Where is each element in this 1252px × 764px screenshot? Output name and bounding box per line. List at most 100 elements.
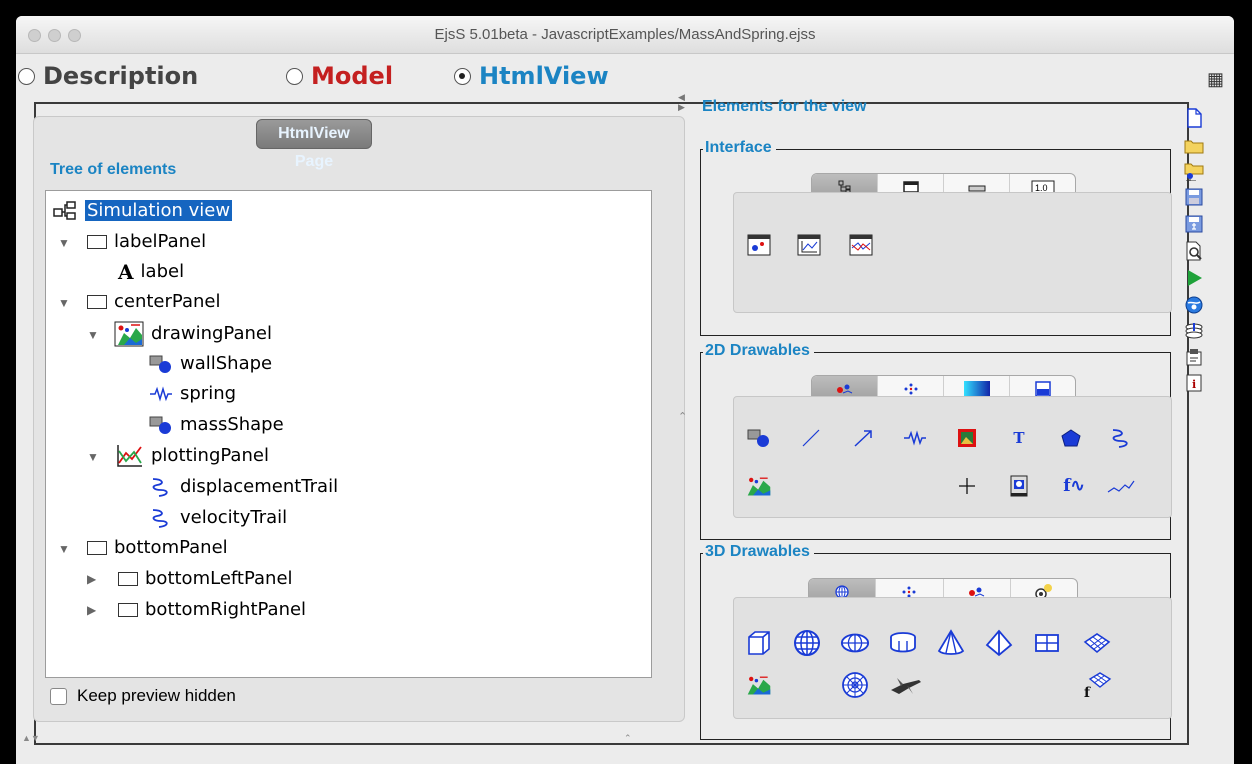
radio-indicator xyxy=(454,67,471,85)
shape-icon xyxy=(149,416,171,434)
panel-icon xyxy=(87,540,107,555)
expand-triangle-icon[interactable]: ▶ xyxy=(87,603,96,617)
collapse-triangle-icon[interactable]: ▼ xyxy=(58,542,70,556)
collapse-triangle-icon[interactable]: ▼ xyxy=(87,328,99,342)
radio-indicator xyxy=(286,67,303,85)
title-bar: EjsS 5.01beta - JavascriptExamples/MassA… xyxy=(16,16,1234,54)
trail-icon xyxy=(152,508,168,528)
mode-htmlview-radio[interactable]: HtmlView xyxy=(454,62,609,90)
trail-palette-icon[interactable] xyxy=(1106,423,1136,453)
svg-text:i: i xyxy=(1192,378,1196,391)
segment-palette-icon[interactable] xyxy=(796,423,826,453)
splitter-arrows-icon[interactable]: ▲▼ xyxy=(22,733,40,743)
open-remote-folder-icon[interactable] xyxy=(1184,161,1204,181)
search-document-icon[interactable] xyxy=(1184,241,1204,261)
tree-node-label-element[interactable]: A label xyxy=(118,258,184,285)
shape-icon xyxy=(149,355,171,373)
tree-node-simulation-view[interactable]: Simulation view xyxy=(52,197,233,224)
spring-icon xyxy=(150,385,172,402)
tree-node-wallshape[interactable]: wallShape xyxy=(149,350,272,377)
mode-description-radio[interactable]: Description xyxy=(18,62,198,90)
tree-node-centerpanel[interactable]: centerPanel xyxy=(87,288,220,315)
cylinder-3d-palette-icon[interactable] xyxy=(888,628,918,658)
keep-preview-hidden-checkbox[interactable]: Keep preview hidden xyxy=(50,686,236,706)
plotting-panel-palette-icon[interactable] xyxy=(794,230,824,260)
collapse-triangle-icon[interactable]: ▼ xyxy=(87,450,99,464)
arrow-palette-icon[interactable] xyxy=(848,423,878,453)
tree-icon xyxy=(53,200,76,220)
cross-palette-icon[interactable] xyxy=(952,471,982,501)
collapse-triangle-icon[interactable]: ▼ xyxy=(58,296,70,310)
shape-palette-icon[interactable] xyxy=(744,423,774,453)
function-surface-3d-palette-icon[interactable]: f xyxy=(1082,670,1112,700)
tree-node-label: labelPanel xyxy=(114,231,207,252)
checkbox-box xyxy=(50,687,67,705)
box-3d-palette-icon[interactable] xyxy=(744,628,774,658)
drawing-panel-palette-icon[interactable] xyxy=(744,230,774,260)
image-palette-icon[interactable] xyxy=(952,423,982,453)
open-folder-icon[interactable] xyxy=(1184,136,1204,156)
graph-panel-palette-icon[interactable] xyxy=(846,230,876,260)
keep-preview-hidden-label: Keep preview hidden xyxy=(77,686,236,705)
tree-node-label: drawingPanel xyxy=(151,323,272,344)
tree-node-label: bottomPanel xyxy=(114,537,228,558)
trace-palette-icon[interactable] xyxy=(1106,471,1136,501)
radio-indicator xyxy=(18,67,35,85)
sphere-3d-palette-icon[interactable] xyxy=(792,628,822,658)
mode-model-radio[interactable]: Model xyxy=(286,62,393,90)
label-icon: A xyxy=(118,259,134,284)
browser-icon[interactable] xyxy=(1184,295,1204,315)
library-icon[interactable] xyxy=(1184,321,1204,341)
tree-node-labelpanel[interactable]: labelPanel xyxy=(87,228,206,255)
element-tree[interactable]: Simulation view ▼ labelPanel A label ▼ c… xyxy=(45,190,652,678)
grid-icon[interactable]: ▦ xyxy=(1207,69,1224,90)
drawing-panel-icon xyxy=(114,321,144,346)
run-icon[interactable] xyxy=(1184,268,1204,288)
surface-3d-palette-icon[interactable] xyxy=(1082,628,1112,658)
disk-3d-palette-icon[interactable] xyxy=(840,670,870,700)
panel-icon xyxy=(87,294,107,309)
tree-node-plottingpanel[interactable]: plottingPanel xyxy=(114,442,269,469)
bottom-splitter[interactable]: ▲▼ ⌃ xyxy=(18,731,1173,748)
spring-palette-icon[interactable] xyxy=(900,423,930,453)
splitter-handle[interactable]: ⌃ xyxy=(678,410,687,423)
text-palette-icon[interactable]: T xyxy=(1004,423,1034,453)
tree-node-label: centerPanel xyxy=(114,291,221,312)
save-as-icon[interactable] xyxy=(1184,214,1204,234)
function-palette-icon[interactable]: f∿ xyxy=(1056,471,1092,501)
drawing-panel-3d-palette-icon[interactable] xyxy=(744,670,774,700)
plane-3d-palette-icon[interactable] xyxy=(1032,628,1062,658)
expand-triangle-icon[interactable]: ▶ xyxy=(87,572,96,586)
panel-icon xyxy=(118,571,138,586)
tree-node-spring[interactable]: spring xyxy=(149,380,236,407)
tree-node-drawingpanel[interactable]: drawingPanel xyxy=(114,320,272,347)
options-icon[interactable] xyxy=(1184,347,1204,367)
tree-node-label: displacementTrail xyxy=(180,476,339,497)
mode-label: Description xyxy=(43,62,199,90)
mode-label: Model xyxy=(311,62,394,90)
tree-node-massshape[interactable]: massShape xyxy=(149,411,284,438)
tree-node-label: wallShape xyxy=(180,353,273,374)
ellipsoid-3d-palette-icon[interactable] xyxy=(840,628,870,658)
tree-node-bottomrightpanel[interactable]: bottomRightPanel xyxy=(118,596,306,623)
splitter-handle-icon[interactable]: ⌃ xyxy=(624,733,632,744)
info-icon[interactable]: i xyxy=(1184,373,1204,393)
collapse-triangle-icon[interactable]: ▼ xyxy=(58,236,70,250)
tree-node-displacementtrail[interactable]: displacementTrail xyxy=(149,473,338,500)
save-icon[interactable] xyxy=(1184,187,1204,207)
tree-node-velocitytrail[interactable]: velocityTrail xyxy=(149,504,287,531)
image-file-palette-icon[interactable] xyxy=(1004,471,1034,501)
drawing-panel-palette-icon[interactable] xyxy=(744,471,774,501)
pyramid-3d-palette-icon[interactable] xyxy=(984,628,1014,658)
polygon-palette-icon[interactable] xyxy=(1056,423,1086,453)
cone-3d-palette-icon[interactable] xyxy=(936,628,966,658)
group-title: 3D Drawables xyxy=(703,543,814,561)
group-title: 2D Drawables xyxy=(703,342,814,360)
tree-node-bottompanel[interactable]: bottomPanel xyxy=(87,534,228,561)
new-file-icon[interactable] xyxy=(1184,108,1204,128)
tree-node-bottomleftpanel[interactable]: bottomLeftPanel xyxy=(118,565,293,592)
htmlview-page-tab[interactable]: HtmlView Page xyxy=(256,119,372,170)
splitter-arrows-icon[interactable]: ◀ ▶ xyxy=(678,92,685,112)
tree-node-label: spring xyxy=(180,383,237,404)
shuttle-3d-palette-icon[interactable] xyxy=(888,670,924,700)
